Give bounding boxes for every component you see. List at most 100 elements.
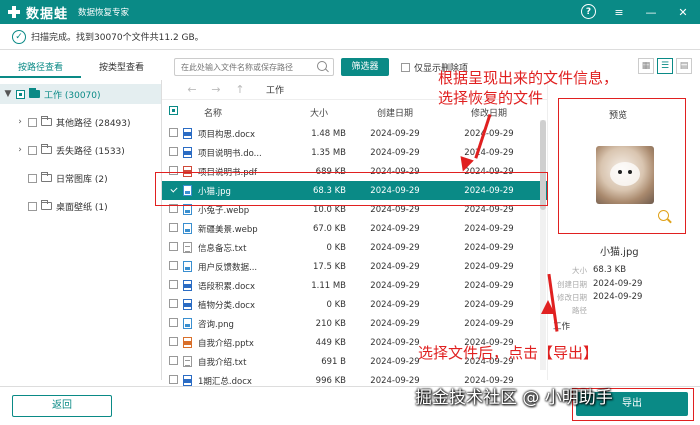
file-size: 17.5 KB — [312, 261, 346, 272]
file-size: 1.48 MB — [311, 128, 346, 139]
file-created: 2024-09-29 — [370, 261, 420, 272]
row-checkbox[interactable] — [169, 127, 178, 137]
file-size: 1.35 MB — [311, 147, 346, 158]
ppt-file-icon — [182, 337, 192, 348]
file-name: 项目说明书.do... — [198, 148, 262, 159]
col-name[interactable]: 名称 — [194, 106, 292, 119]
grid-view-icon[interactable]: ▦ — [638, 58, 654, 74]
col-created[interactable]: 创建日期 — [348, 106, 442, 119]
file-created: 2024-09-29 — [370, 147, 420, 158]
file-modified: 2024-09-29 — [464, 223, 514, 234]
table-row[interactable]: 植物分类.docx 0 KB 2024-09-29 2024-09-29 — [162, 295, 548, 314]
table-row[interactable]: 项目说明书.do... 1.35 MB 2024-09-29 2024-09-29 — [162, 143, 548, 162]
img-file-icon — [182, 261, 192, 272]
expand-icon[interactable]: › — [16, 145, 24, 155]
doc-file-icon — [182, 147, 192, 158]
search-input[interactable] — [174, 58, 334, 76]
forward-arrow-icon[interactable]: → — [204, 83, 228, 96]
annotation-top-text: 根据呈现出来的文件信息， 选择恢复的文件 — [438, 69, 619, 108]
zoom-icon[interactable] — [658, 210, 669, 221]
row-checkbox[interactable] — [169, 260, 178, 270]
expand-icon[interactable]: › — [16, 117, 24, 127]
file-created: 2024-09-29 — [370, 299, 420, 310]
file-name: 自我介绍.pptx — [198, 338, 254, 349]
scrollbar[interactable] — [540, 120, 546, 370]
tree-item-daily-gallery[interactable]: 日常图库 (2) — [28, 168, 108, 188]
file-size: 0 KB — [326, 242, 346, 253]
expand-icon[interactable]: ▼ — [4, 89, 12, 99]
folder-icon — [41, 172, 52, 182]
file-created: 2024-09-29 — [370, 242, 420, 253]
list-view-icon[interactable]: ☰ — [657, 58, 673, 74]
folder-tree: ▼ 工作 (30070) › 其他路径 (28493) › 丢失路径 (1533… — [0, 80, 162, 380]
tree-item-label: 日常图库 (2) — [56, 174, 108, 185]
selected-row-highlight — [155, 172, 548, 206]
row-checkbox[interactable] — [169, 146, 178, 156]
tree-checkbox[interactable] — [28, 173, 37, 183]
tree-item-lost-paths[interactable]: › 丢失路径 (1533) — [16, 140, 125, 160]
tab-by-type[interactable]: 按类型查看 — [81, 58, 162, 78]
app-name: 数据蛙 — [26, 6, 69, 22]
doc-file-icon — [182, 299, 192, 310]
app-logo-icon — [8, 6, 20, 18]
folder-icon — [29, 88, 40, 98]
tree-checkbox[interactable] — [28, 117, 37, 127]
tree-checkbox[interactable] — [28, 201, 37, 211]
row-checkbox[interactable] — [169, 317, 178, 327]
table-row[interactable]: 用户反馈数据... 17.5 KB 2024-09-29 2024-09-29 — [162, 257, 548, 276]
tree-checkbox[interactable] — [28, 145, 37, 155]
annotation-arrowhead-bottom — [541, 300, 555, 314]
up-arrow-icon[interactable]: ↑ — [228, 83, 252, 96]
tree-item-label: 桌面壁纸 (1) — [56, 202, 108, 213]
tree-item-work[interactable]: ▼ 工作 (30070) — [0, 84, 161, 104]
row-checkbox[interactable] — [169, 336, 178, 346]
txt-file-icon — [182, 356, 192, 367]
detail-view-icon[interactable]: ▤ — [676, 58, 692, 74]
file-name: 咨询.png — [198, 319, 234, 330]
row-checkbox[interactable] — [169, 355, 178, 365]
row-checkbox[interactable] — [169, 222, 178, 232]
tree-item-label: 丢失路径 (1533) — [56, 146, 125, 157]
table-row[interactable]: 项目构思.docx 1.48 MB 2024-09-29 2024-09-29 — [162, 124, 548, 143]
minimize-icon[interactable]: — — [642, 3, 660, 21]
only-deleted-checkbox[interactable] — [401, 63, 410, 72]
meta-path: 路径 — [572, 306, 587, 315]
tab-by-path[interactable]: 按路径查看 — [0, 58, 81, 78]
back-arrow-icon[interactable]: ← — [180, 83, 204, 96]
row-checkbox[interactable] — [169, 374, 178, 384]
table-row[interactable]: 咨询.png 210 KB 2024-09-29 2024-09-29 — [162, 314, 548, 333]
row-checkbox[interactable] — [169, 298, 178, 308]
row-checkbox[interactable] — [169, 279, 178, 289]
preview-filename: 小猫.jpg — [600, 247, 639, 258]
toolbar: 筛选器 仅显示删除项 ▦ ☰ ▤ — [174, 58, 700, 78]
tree-checkbox[interactable] — [16, 89, 25, 99]
file-name: 信息备忘.txt — [198, 243, 247, 254]
check-circle-icon: ✓ — [12, 29, 26, 44]
file-created: 2024-09-29 — [370, 204, 420, 215]
doc-file-icon — [182, 375, 192, 386]
help-icon[interactable]: ? — [581, 4, 596, 19]
select-all-checkbox[interactable] — [169, 106, 178, 115]
file-name: 语段积累.docx — [198, 281, 256, 292]
table-row[interactable]: 新疆美景.webp 67.0 KB 2024-09-29 2024-09-29 — [162, 219, 548, 238]
file-name: 1期汇总.docx — [198, 376, 252, 387]
tree-item-wallpaper[interactable]: 桌面壁纸 (1) — [28, 196, 108, 216]
file-name: 用户反馈数据... — [198, 262, 258, 273]
filter-button[interactable]: 筛选器 — [341, 58, 389, 76]
table-row[interactable]: 信息备忘.txt 0 KB 2024-09-29 2024-09-29 — [162, 238, 548, 257]
file-created: 2024-09-29 — [370, 223, 420, 234]
doc-file-icon — [182, 128, 192, 139]
col-size[interactable]: 大小 — [292, 106, 348, 119]
tree-item-label: 工作 (30070) — [44, 90, 101, 101]
row-checkbox[interactable] — [169, 241, 178, 251]
annotation-top: 根据呈现出来的文件信息， 选择恢复的文件 — [438, 68, 618, 109]
table-row[interactable]: 语段积累.docx 1.11 MB 2024-09-29 2024-09-29 — [162, 276, 548, 295]
breadcrumb: 工作 — [266, 86, 285, 96]
tree-item-other-paths[interactable]: › 其他路径 (28493) — [16, 112, 131, 132]
search-icon[interactable] — [317, 61, 327, 71]
file-created: 2024-09-29 — [370, 128, 420, 139]
folder-icon — [41, 116, 52, 126]
back-button[interactable]: 返回 — [12, 395, 112, 417]
close-icon[interactable]: ✕ — [674, 3, 692, 21]
menu-icon[interactable]: ≡ — [610, 3, 628, 21]
